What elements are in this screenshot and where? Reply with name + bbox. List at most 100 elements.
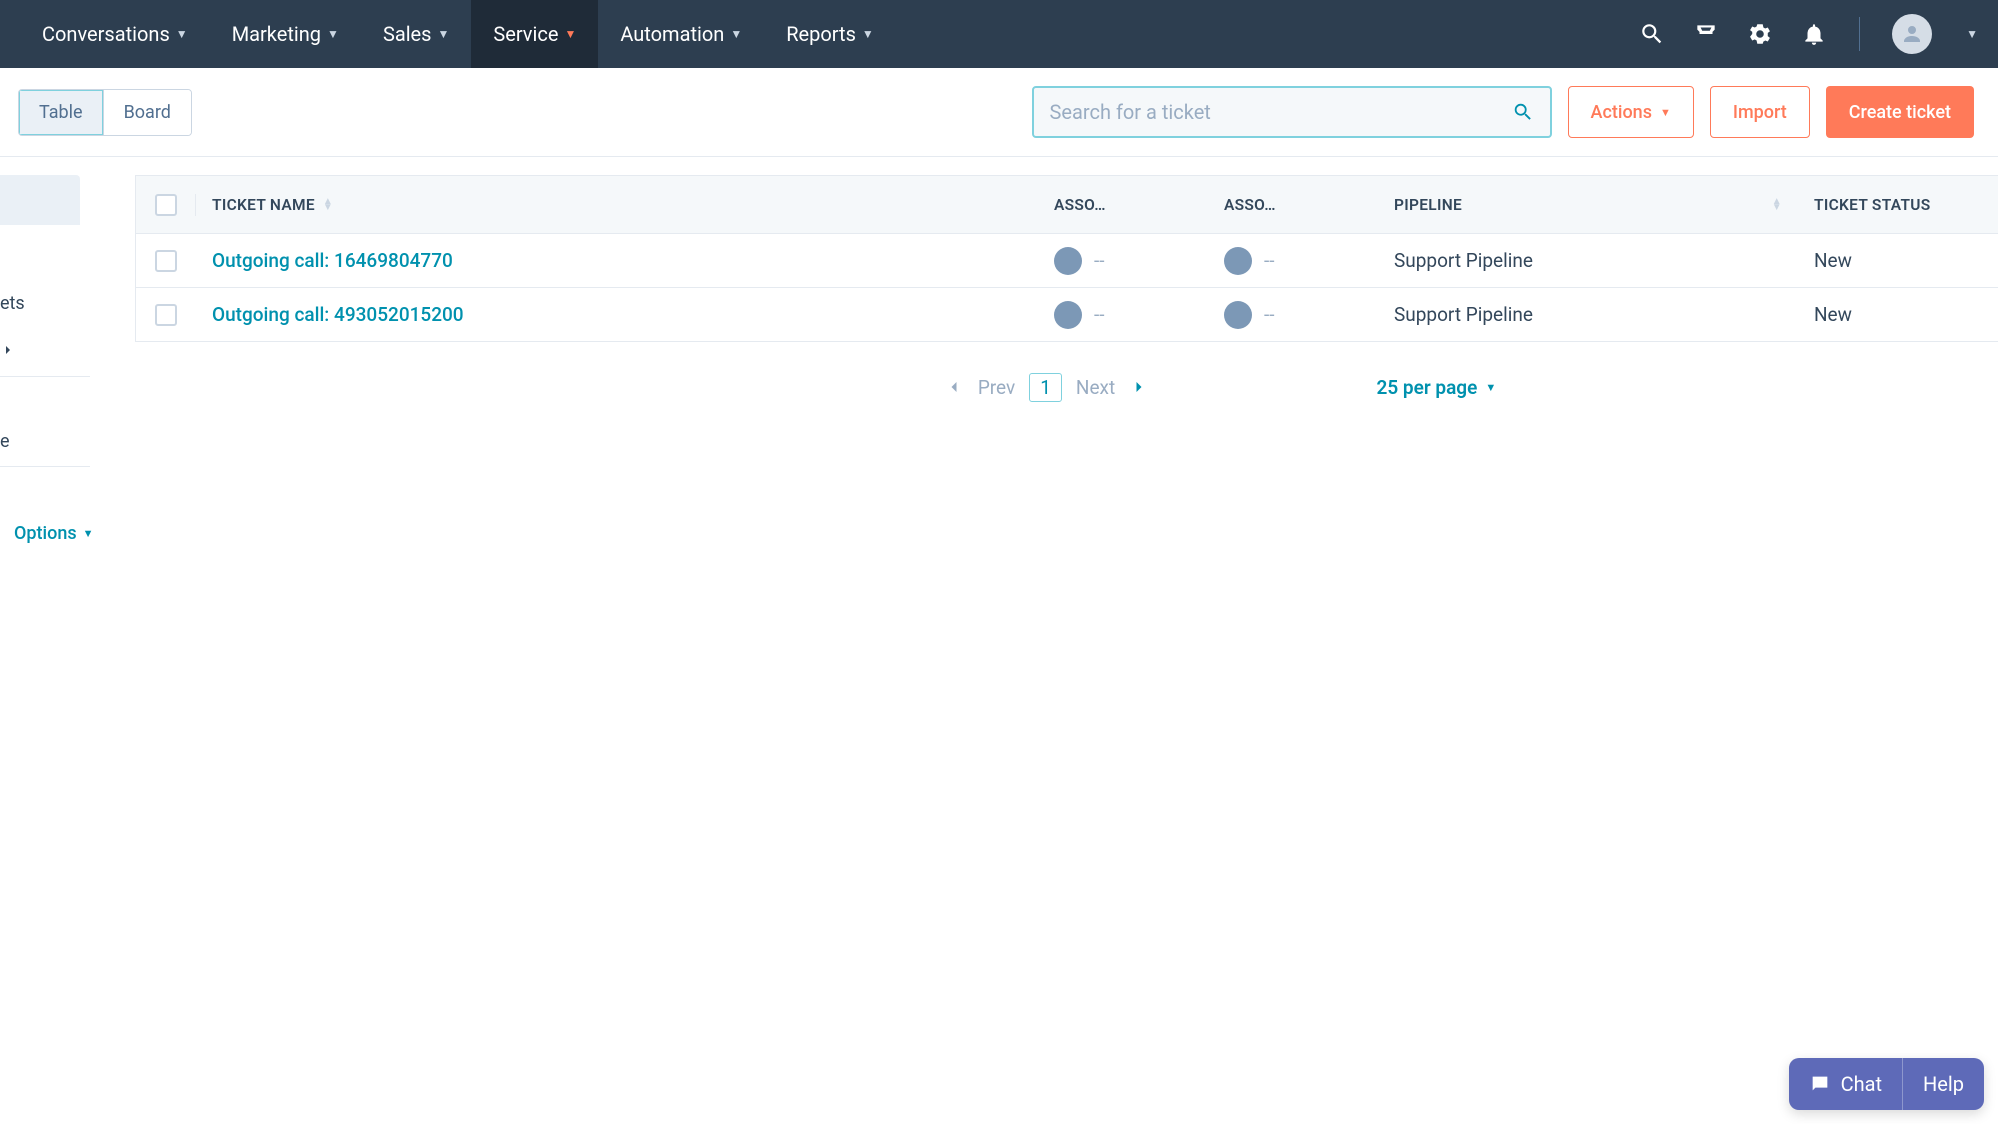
top-nav: Conversations ▼ Marketing ▼ Sales ▼ Serv… [0,0,1998,68]
nav-sales[interactable]: Sales ▼ [361,0,471,68]
chevron-down-icon: ▼ [1485,381,1496,394]
prev-arrow-icon[interactable] [944,377,964,397]
per-page-selector[interactable]: 25 per page ▼ [1377,376,1497,399]
create-ticket-button[interactable]: Create ticket [1826,86,1974,138]
row-checkbox[interactable] [155,250,177,272]
row-checkbox[interactable] [155,304,177,326]
chevron-right-icon[interactable] [0,342,20,362]
header-label: ASSO… [1054,196,1106,214]
assoc-value: -- [1264,249,1275,272]
header-label: PIPELINE [1394,196,1462,214]
sort-icon: ▲▼ [323,199,333,211]
search-icon[interactable] [1512,101,1534,123]
header-asso2[interactable]: ASSO… [1208,196,1378,214]
prev-button[interactable]: Prev [978,376,1015,399]
nav-marketing[interactable]: Marketing ▼ [210,0,361,68]
per-page-label: 25 per page [1377,376,1478,399]
pipeline-value: Support Pipeline [1394,303,1533,326]
table-row: Outgoing call: 16469804770 -- -- Support… [136,234,1998,288]
header-pipeline[interactable]: PIPELINE ▲▼ [1378,196,1798,214]
settings-gear-icon[interactable] [1747,21,1773,47]
pagination: Prev 1 Next 25 per page ▼ [95,362,1998,412]
user-icon [1900,22,1924,46]
button-label: Actions [1591,102,1652,123]
assoc-value: -- [1094,249,1105,272]
sidebar-label-tickets: ets [0,293,95,314]
chevron-down-icon: ▼ [437,27,449,41]
header-ticket-name[interactable]: TICKET NAME ▲▼ [196,196,1038,214]
help-button[interactable]: Help [1902,1058,1984,1110]
nav-automation[interactable]: Automation ▼ [598,0,764,68]
sidebar-divider [0,466,90,467]
chevron-down-icon: ▼ [730,27,742,41]
assoc-value: -- [1264,303,1275,326]
chat-bubble-icon [1809,1073,1831,1095]
ticket-table: TICKET NAME ▲▼ ASSO… ASSO… PIPELINE ▲▼ T… [135,175,1998,342]
header-status[interactable]: TICKET STATUS [1798,196,1998,214]
import-button[interactable]: Import [1710,86,1810,138]
assoc-avatar[interactable] [1224,247,1252,275]
nav-label: Service [493,22,558,46]
header-label: TICKET NAME [212,196,315,214]
bell-icon[interactable] [1801,21,1827,47]
assoc-avatar[interactable] [1224,301,1252,329]
assoc-avatar[interactable] [1054,301,1082,329]
view-toggle: Table Board [18,89,192,136]
nav-reports[interactable]: Reports ▼ [764,0,896,68]
page-number[interactable]: 1 [1029,373,1062,402]
header-label: TICKET STATUS [1814,196,1931,214]
ticket-name-link[interactable]: Outgoing call: 493052015200 [212,303,464,326]
nav-conversations[interactable]: Conversations ▼ [20,0,210,68]
chat-button[interactable]: Chat [1789,1058,1902,1110]
ticket-name-link[interactable]: Outgoing call: 16469804770 [212,249,453,272]
sidebar-label-2: e [0,431,95,452]
chat-label: Chat [1841,1072,1882,1096]
view-board-button[interactable]: Board [103,90,191,135]
nav-label: Marketing [232,22,321,46]
assoc-value: -- [1094,303,1105,326]
status-value: New [1814,249,1852,272]
assoc-avatar[interactable] [1054,247,1082,275]
select-all-checkbox[interactable] [155,194,177,216]
body: ets e Options ▼ TICKET NAME ▲▼ ASSO… [0,157,1998,544]
nav-label: Conversations [42,22,170,46]
chevron-down-icon[interactable]: ▼ [1966,27,1978,41]
nav-label: Automation [620,22,724,46]
sort-icon: ▲▼ [1772,199,1782,211]
table-row: Outgoing call: 493052015200 -- -- Suppor… [136,288,1998,342]
view-table-button[interactable]: Table [19,90,103,135]
chevron-down-icon: ▼ [176,27,188,41]
help-label: Help [1923,1072,1964,1096]
nav-right: ▼ [1639,14,1978,54]
status-value: New [1814,303,1852,326]
toolbar: Table Board Actions ▼ Import Create tick… [0,68,1998,157]
sidebar-options-link[interactable]: Options ▼ [14,523,95,544]
chevron-down-icon: ▼ [862,27,874,41]
sidebar-divider [0,376,90,377]
chevron-down-icon: ▼ [1660,106,1671,119]
marketplace-icon[interactable] [1693,21,1719,47]
header-asso1[interactable]: ASSO… [1038,196,1208,214]
nav-divider [1859,17,1860,51]
sidebar-active-tab[interactable] [0,175,80,225]
header-label: ASSO… [1224,196,1276,214]
user-avatar[interactable] [1892,14,1932,54]
table-header: TICKET NAME ▲▼ ASSO… ASSO… PIPELINE ▲▼ T… [136,176,1998,234]
search-icon[interactable] [1639,21,1665,47]
chevron-down-icon: ▼ [327,27,339,41]
search-box[interactable] [1032,86,1552,138]
options-label: Options [14,523,77,544]
chevron-down-icon: ▼ [564,27,576,41]
search-input[interactable] [1050,100,1512,124]
next-button[interactable]: Next [1076,376,1115,399]
next-arrow-icon[interactable] [1129,377,1149,397]
nav-left: Conversations ▼ Marketing ▼ Sales ▼ Serv… [20,0,896,68]
chat-help-widget: Chat Help [1789,1058,1984,1110]
sidebar: ets e Options ▼ [0,157,95,544]
nav-label: Reports [786,22,856,46]
chevron-down-icon: ▼ [83,527,94,540]
nav-service[interactable]: Service ▼ [471,0,598,68]
header-checkbox-cell [136,194,196,216]
actions-button[interactable]: Actions ▼ [1568,86,1694,138]
nav-label: Sales [383,22,432,46]
